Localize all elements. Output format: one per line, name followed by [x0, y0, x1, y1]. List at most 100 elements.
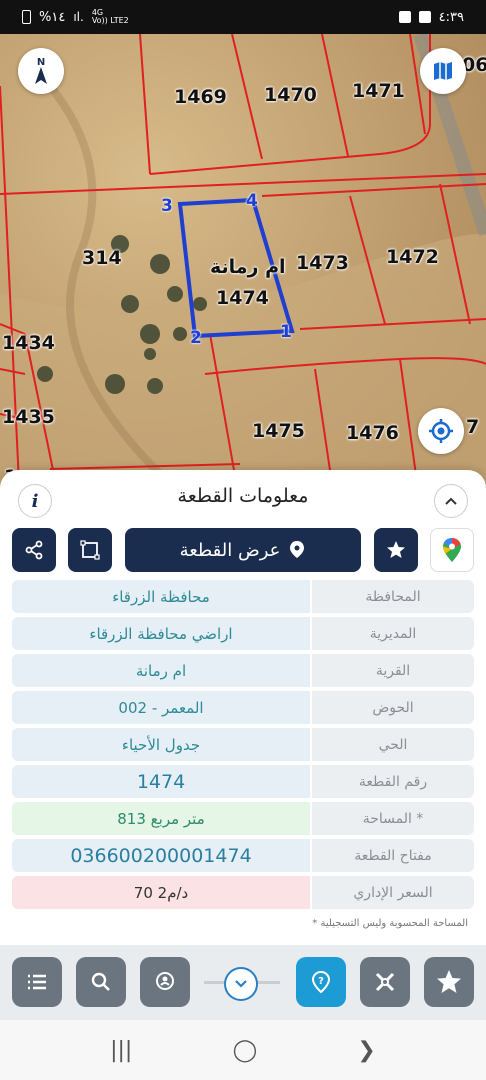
- parcel-label: 1469: [174, 86, 227, 108]
- row-label: رقم القطعة: [312, 765, 474, 798]
- help-button[interactable]: ?: [296, 957, 346, 1007]
- target-icon: [429, 419, 453, 443]
- info-icon: i: [31, 490, 39, 512]
- star-icon: [437, 970, 461, 993]
- compass-n-label: N: [37, 57, 45, 68]
- table-row: اراضي محافظة الزرقاء المديرية: [12, 617, 474, 650]
- row-value: اراضي محافظة الزرقاء: [12, 617, 310, 650]
- favorite-button[interactable]: [374, 528, 418, 572]
- vertex-label: 1: [280, 322, 292, 342]
- row-label: الحي: [312, 728, 474, 761]
- polygon-icon: [80, 540, 100, 560]
- svg-text:?: ?: [318, 976, 324, 987]
- row-value: المعمر - 002: [12, 691, 310, 724]
- location-pin-button[interactable]: [140, 957, 190, 1007]
- action-row: عرض القطعة: [0, 528, 486, 574]
- parcel-label: 7: [466, 416, 480, 438]
- info-button[interactable]: i: [18, 484, 52, 518]
- parcel-label: 1471: [352, 80, 405, 102]
- expand-toggle[interactable]: [224, 967, 258, 1001]
- home-button[interactable]: ◯: [233, 1038, 258, 1063]
- location-pin-icon: [156, 972, 174, 990]
- table-row: ام رمانة القرية: [12, 654, 474, 687]
- row-label: مفتاح القطعة: [312, 839, 474, 872]
- help-icon: ?: [311, 970, 331, 994]
- sheet-title: معلومات القطعة: [177, 485, 309, 507]
- parcel-label: 1476: [346, 422, 399, 444]
- table-row: جدول الأحياء الحي: [12, 728, 474, 761]
- chevron-down-icon: [235, 980, 247, 988]
- sheet-header: i معلومات القطعة: [0, 470, 486, 522]
- row-value: 036600200001474: [12, 839, 310, 872]
- measure-polygon-button[interactable]: [68, 528, 112, 572]
- row-value: 1474: [12, 765, 310, 798]
- row-value: 70 د/م2: [12, 876, 310, 909]
- status-left: %١٤ ıl. 4G Vo)) LTE2: [22, 9, 129, 25]
- table-row: 70 د/م2 السعر الإداري: [12, 876, 474, 909]
- row-value: 813 متر مربع: [12, 802, 310, 835]
- show-parcel-label: عرض القطعة: [179, 539, 281, 561]
- search-button[interactable]: [76, 957, 126, 1007]
- recent-apps-button[interactable]: |||: [110, 1038, 132, 1063]
- row-label: المساحة *: [312, 802, 474, 835]
- parcel-details-table: محافظة الزرقاء المحافظة اراضي محافظة الز…: [12, 580, 474, 913]
- screen: %١٤ ıl. 4G Vo)) LTE2 ٤:٣٩ 1469 1470 1471…: [0, 0, 486, 1080]
- alert-icon: [398, 11, 411, 23]
- parcel-label: 1435: [2, 406, 55, 428]
- map-icon: [434, 62, 452, 80]
- vertex-label: 2: [190, 328, 202, 348]
- battery-icon: [22, 10, 31, 24]
- parcel-info-sheet: i معلومات القطعة عرض القطعة محافظة الزرق…: [0, 470, 486, 945]
- list-button[interactable]: [12, 957, 62, 1007]
- tools-button[interactable]: [360, 957, 410, 1007]
- row-label: القرية: [312, 654, 474, 687]
- table-row: 036600200001474 مفتاح القطعة: [12, 839, 474, 872]
- selected-parcel-number: 1474: [216, 287, 269, 309]
- parcel-label: 314: [82, 247, 122, 269]
- signal-icon: ıl.: [73, 10, 84, 24]
- row-value: محافظة الزرقاء: [12, 580, 310, 613]
- table-row: 813 متر مربع المساحة *: [12, 802, 474, 835]
- satellite-map[interactable]: 1469 1470 1471 314 1473 1 4 7 2 ام رمانة 14…: [0, 34, 486, 504]
- row-value: ام رمانة: [12, 654, 310, 687]
- parcel-label: 1470: [264, 84, 317, 106]
- system-nav-bar: ||| ◯ ❯: [0, 1020, 486, 1080]
- row-label: المديرية: [312, 617, 474, 650]
- row-label: الحوض: [312, 691, 474, 724]
- list-icon: [28, 974, 46, 990]
- parcel-label: 1473: [296, 252, 349, 274]
- tools-icon: [375, 972, 395, 992]
- status-right: ٤:٣٩: [398, 9, 464, 25]
- row-label: السعر الإداري: [312, 876, 474, 909]
- compass-icon: N: [35, 57, 47, 84]
- google-maps-button[interactable]: [430, 528, 474, 572]
- row-value: جدول الأحياء: [12, 728, 310, 761]
- location-pin-icon: [290, 541, 305, 558]
- status-bar: %١٤ ıl. 4G Vo)) LTE2 ٤:٣٩: [0, 0, 486, 34]
- battery-text: %١٤: [39, 9, 66, 25]
- network-indicator: 4G Vo)) LTE2: [91, 8, 129, 25]
- vertex-label: 3: [161, 196, 173, 216]
- google-maps-icon: [443, 538, 461, 562]
- parcel-label: 1475: [252, 420, 305, 442]
- show-parcel-button[interactable]: عرض القطعة: [125, 528, 361, 572]
- my-location-button[interactable]: [418, 408, 464, 454]
- parcel-label: 1434: [2, 332, 55, 354]
- search-icon: [91, 972, 110, 991]
- chevron-up-icon: [445, 497, 457, 505]
- clock: ٤:٣٩: [438, 9, 464, 25]
- vertex-label: 4: [246, 191, 258, 211]
- share-icon: [25, 540, 43, 560]
- selected-parcel-name: ام رمانة: [210, 256, 286, 278]
- table-row: المعمر - 002 الحوض: [12, 691, 474, 724]
- map-layers-button[interactable]: [420, 48, 466, 94]
- favorites-button[interactable]: [424, 957, 474, 1007]
- share-button[interactable]: [12, 528, 56, 572]
- back-button[interactable]: ❯: [357, 1038, 375, 1063]
- collapse-button[interactable]: [434, 484, 468, 518]
- area-footnote: * المساحة المحسوبة وليس التسجيلية: [312, 918, 468, 929]
- row-label: المحافظة: [312, 580, 474, 613]
- compass-button[interactable]: N: [18, 48, 64, 94]
- gallery-icon: [418, 11, 431, 23]
- table-row: 1474 رقم القطعة: [12, 765, 474, 798]
